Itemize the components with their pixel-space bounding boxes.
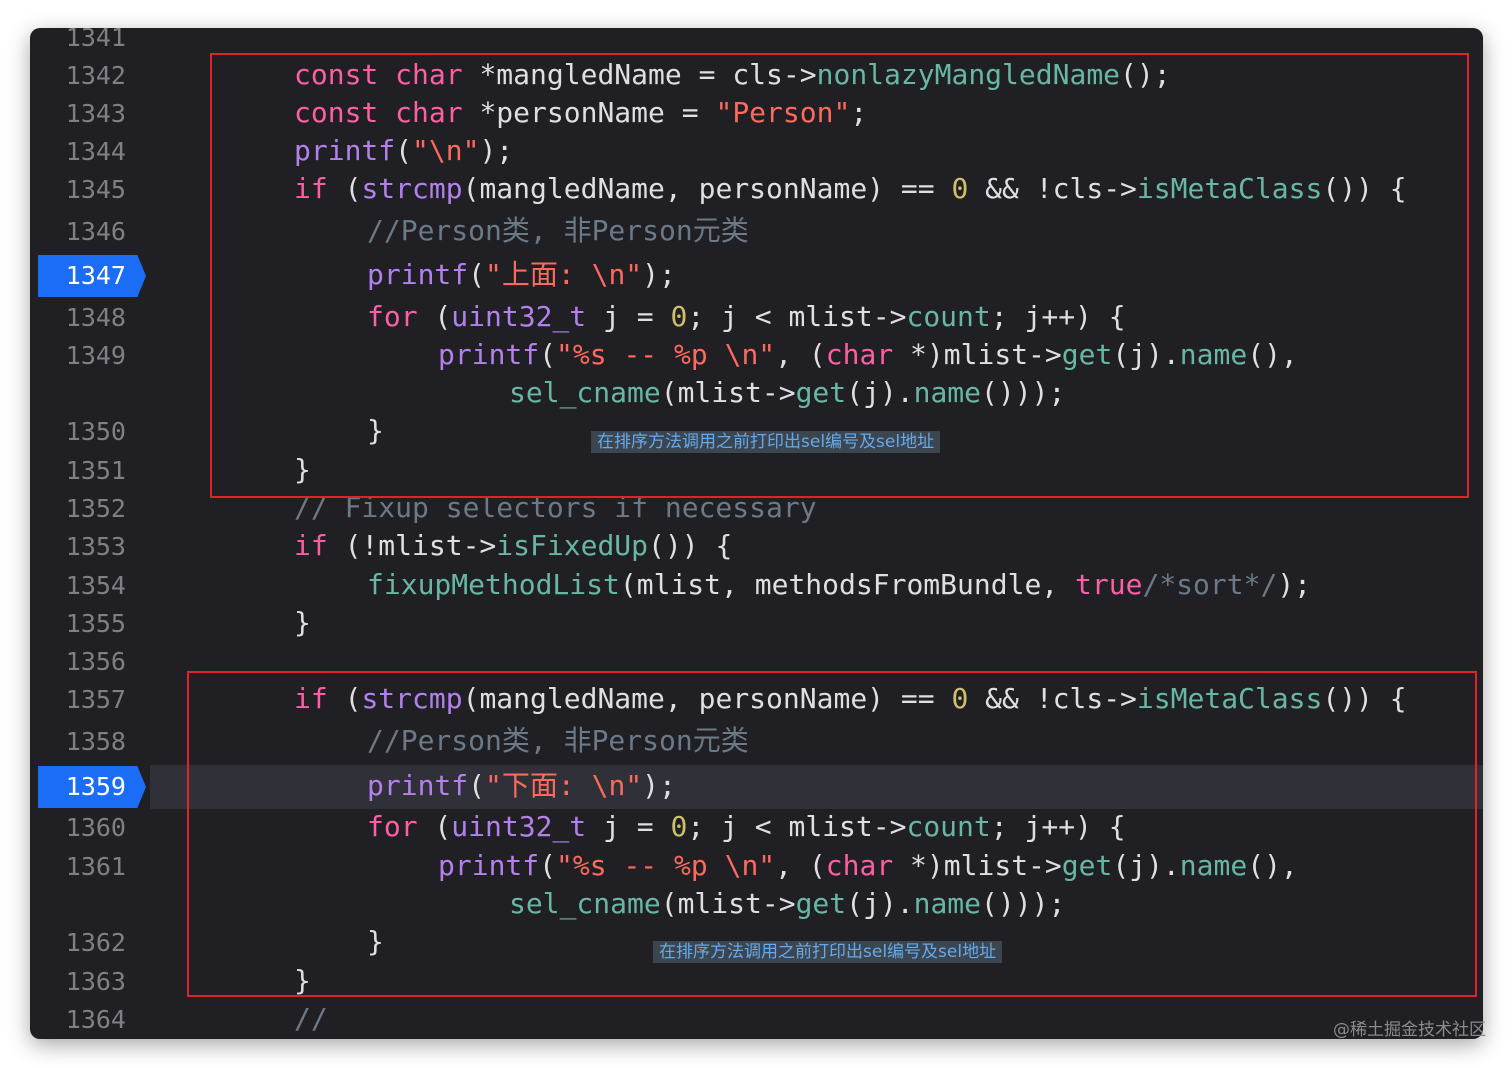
line-number: 1349	[65, 341, 126, 370]
watermark: @稀土掘金技术社区	[1333, 1020, 1486, 1040]
code-line[interactable]: fixupMethodList(mlist, methodsFromBundle…	[367, 569, 1311, 601]
line-number: 1357	[65, 685, 126, 714]
line-number: 1351	[65, 456, 126, 485]
line-number: 1352	[65, 494, 126, 523]
code-line[interactable]: }	[294, 607, 311, 639]
line-number: 1343	[65, 99, 126, 128]
line-number: 1341	[65, 28, 126, 52]
line-number: 1350	[65, 417, 126, 446]
line-number: 1355	[65, 609, 126, 638]
code-line[interactable]: //	[294, 1003, 328, 1035]
line-number: 1363	[65, 967, 126, 996]
line-number: 1359	[65, 772, 126, 801]
line-number: 1346	[65, 217, 126, 246]
line-number: 1347	[65, 261, 126, 290]
line-number: 1364	[65, 1005, 126, 1034]
line-number-gutter: 1341 1342 1343 1344 1345 1346 1347 1348 …	[30, 28, 150, 1039]
annotation-note-upper: 在排序方法调用之前打印出sel编号及sel地址	[591, 431, 941, 453]
annotation-note-lower: 在排序方法调用之前打印出sel编号及sel地址	[653, 941, 1003, 963]
line-number: 1348	[65, 303, 126, 332]
line-number: 1361	[65, 852, 126, 881]
line-number: 1358	[65, 727, 126, 756]
line-number: 1342	[65, 61, 126, 90]
line-number: 1354	[65, 571, 126, 600]
line-number: 1362	[65, 928, 126, 957]
line-number: 1356	[65, 647, 126, 676]
line-number: 1353	[65, 532, 126, 561]
code-editor-window: 1341 1342 1343 1344 1345 1346 1347 1348 …	[30, 28, 1483, 1039]
line-number: 1345	[65, 175, 126, 204]
line-number: 1360	[65, 813, 126, 842]
code-line[interactable]: if (!mlist->isFixedUp()) {	[294, 530, 732, 562]
line-number: 1344	[65, 137, 126, 166]
